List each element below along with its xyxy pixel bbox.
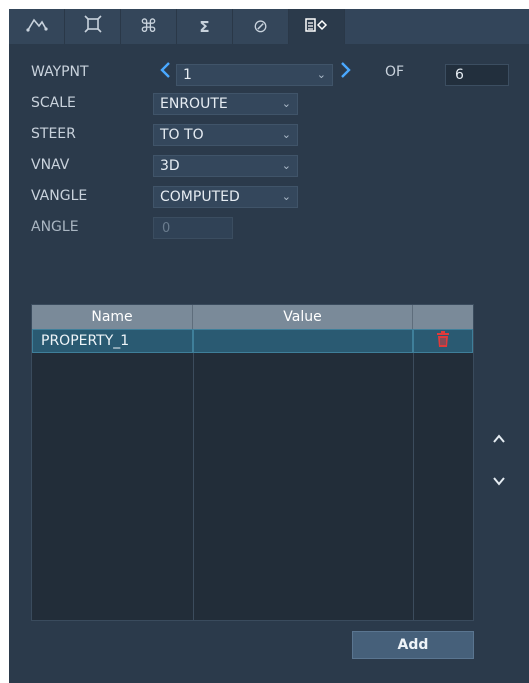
table-header: Name Value: [32, 305, 473, 329]
scale-label: SCALE: [31, 95, 76, 111]
vangle-label: VANGLE: [31, 188, 88, 204]
add-button[interactable]: Add: [352, 631, 474, 659]
waypoint-select[interactable]: 1 ⌄: [176, 64, 333, 86]
chevron-down-icon: ⌄: [281, 190, 291, 203]
scale-select[interactable]: ENROUTE ⌄: [153, 93, 298, 115]
tab-command[interactable]: ⌘: [121, 9, 177, 44]
vnav-label: VNAV: [31, 157, 70, 173]
no-symbol-icon: ⊘: [252, 16, 269, 37]
chevron-down-icon: ⌄: [316, 68, 326, 81]
properties-panel: ⌘ Σ ⊘ WAYPNT 1 ⌄ OF 6 SCALE ENROUTE ⌄ ST…: [9, 9, 529, 683]
chevron-down-icon: ⌄: [281, 128, 291, 141]
steer-select[interactable]: TO TO ⌄: [153, 124, 298, 146]
vnav-value: 3D: [160, 158, 180, 174]
column-divider: [413, 353, 414, 620]
waypoint-label: WAYPNT: [31, 64, 89, 80]
chevron-down-icon: ⌄: [281, 159, 291, 172]
steer-label: STEER: [31, 126, 76, 142]
property-name-cell[interactable]: PROPERTY_1: [32, 329, 193, 353]
chevron-down-icon: ⌄: [281, 97, 291, 110]
move-up-button[interactable]: [493, 432, 505, 448]
column-divider: [193, 353, 194, 620]
property-value-cell[interactable]: [193, 329, 413, 353]
column-header-name[interactable]: Name: [32, 305, 193, 329]
table-row[interactable]: PROPERTY_1: [32, 329, 473, 353]
target-frame-icon: [83, 15, 102, 38]
angle-label: ANGLE: [31, 219, 79, 235]
tab-properties[interactable]: [289, 9, 345, 44]
trash-icon: [436, 331, 450, 351]
tab-bar-spacer: [345, 9, 529, 44]
command-icon: ⌘: [139, 16, 158, 37]
vangle-select[interactable]: COMPUTED ⌄: [153, 186, 298, 208]
angle-input[interactable]: 0: [153, 217, 233, 239]
properties-icon: [304, 17, 329, 37]
tab-sum[interactable]: Σ: [177, 9, 233, 44]
vangle-value: COMPUTED: [160, 189, 240, 205]
of-label: OF: [385, 64, 405, 80]
properties-table: Name Value PROPERTY_1: [31, 304, 474, 621]
scale-value: ENROUTE: [160, 96, 228, 112]
chevron-right-icon: [341, 62, 351, 78]
tab-none[interactable]: ⊘: [233, 9, 289, 44]
waypoint-value: 1: [183, 67, 192, 83]
waypoint-total: 6: [445, 64, 509, 86]
tab-path[interactable]: [9, 9, 65, 44]
sigma-icon: Σ: [199, 17, 210, 36]
delete-row-button[interactable]: [413, 329, 473, 353]
move-down-button[interactable]: [493, 474, 505, 490]
tab-target[interactable]: [65, 9, 121, 44]
prev-waypoint-button[interactable]: [159, 61, 171, 82]
column-header-value[interactable]: Value: [193, 305, 413, 329]
path-icon: [25, 16, 48, 37]
chevron-left-icon: [160, 62, 170, 78]
chevron-down-icon: [493, 477, 505, 486]
tab-bar: ⌘ Σ ⊘: [9, 9, 529, 44]
next-waypoint-button[interactable]: [340, 61, 352, 82]
chevron-up-icon: [493, 434, 505, 443]
column-header-actions: [413, 305, 473, 329]
vnav-select[interactable]: 3D ⌄: [153, 155, 298, 177]
steer-value: TO TO: [160, 127, 204, 143]
